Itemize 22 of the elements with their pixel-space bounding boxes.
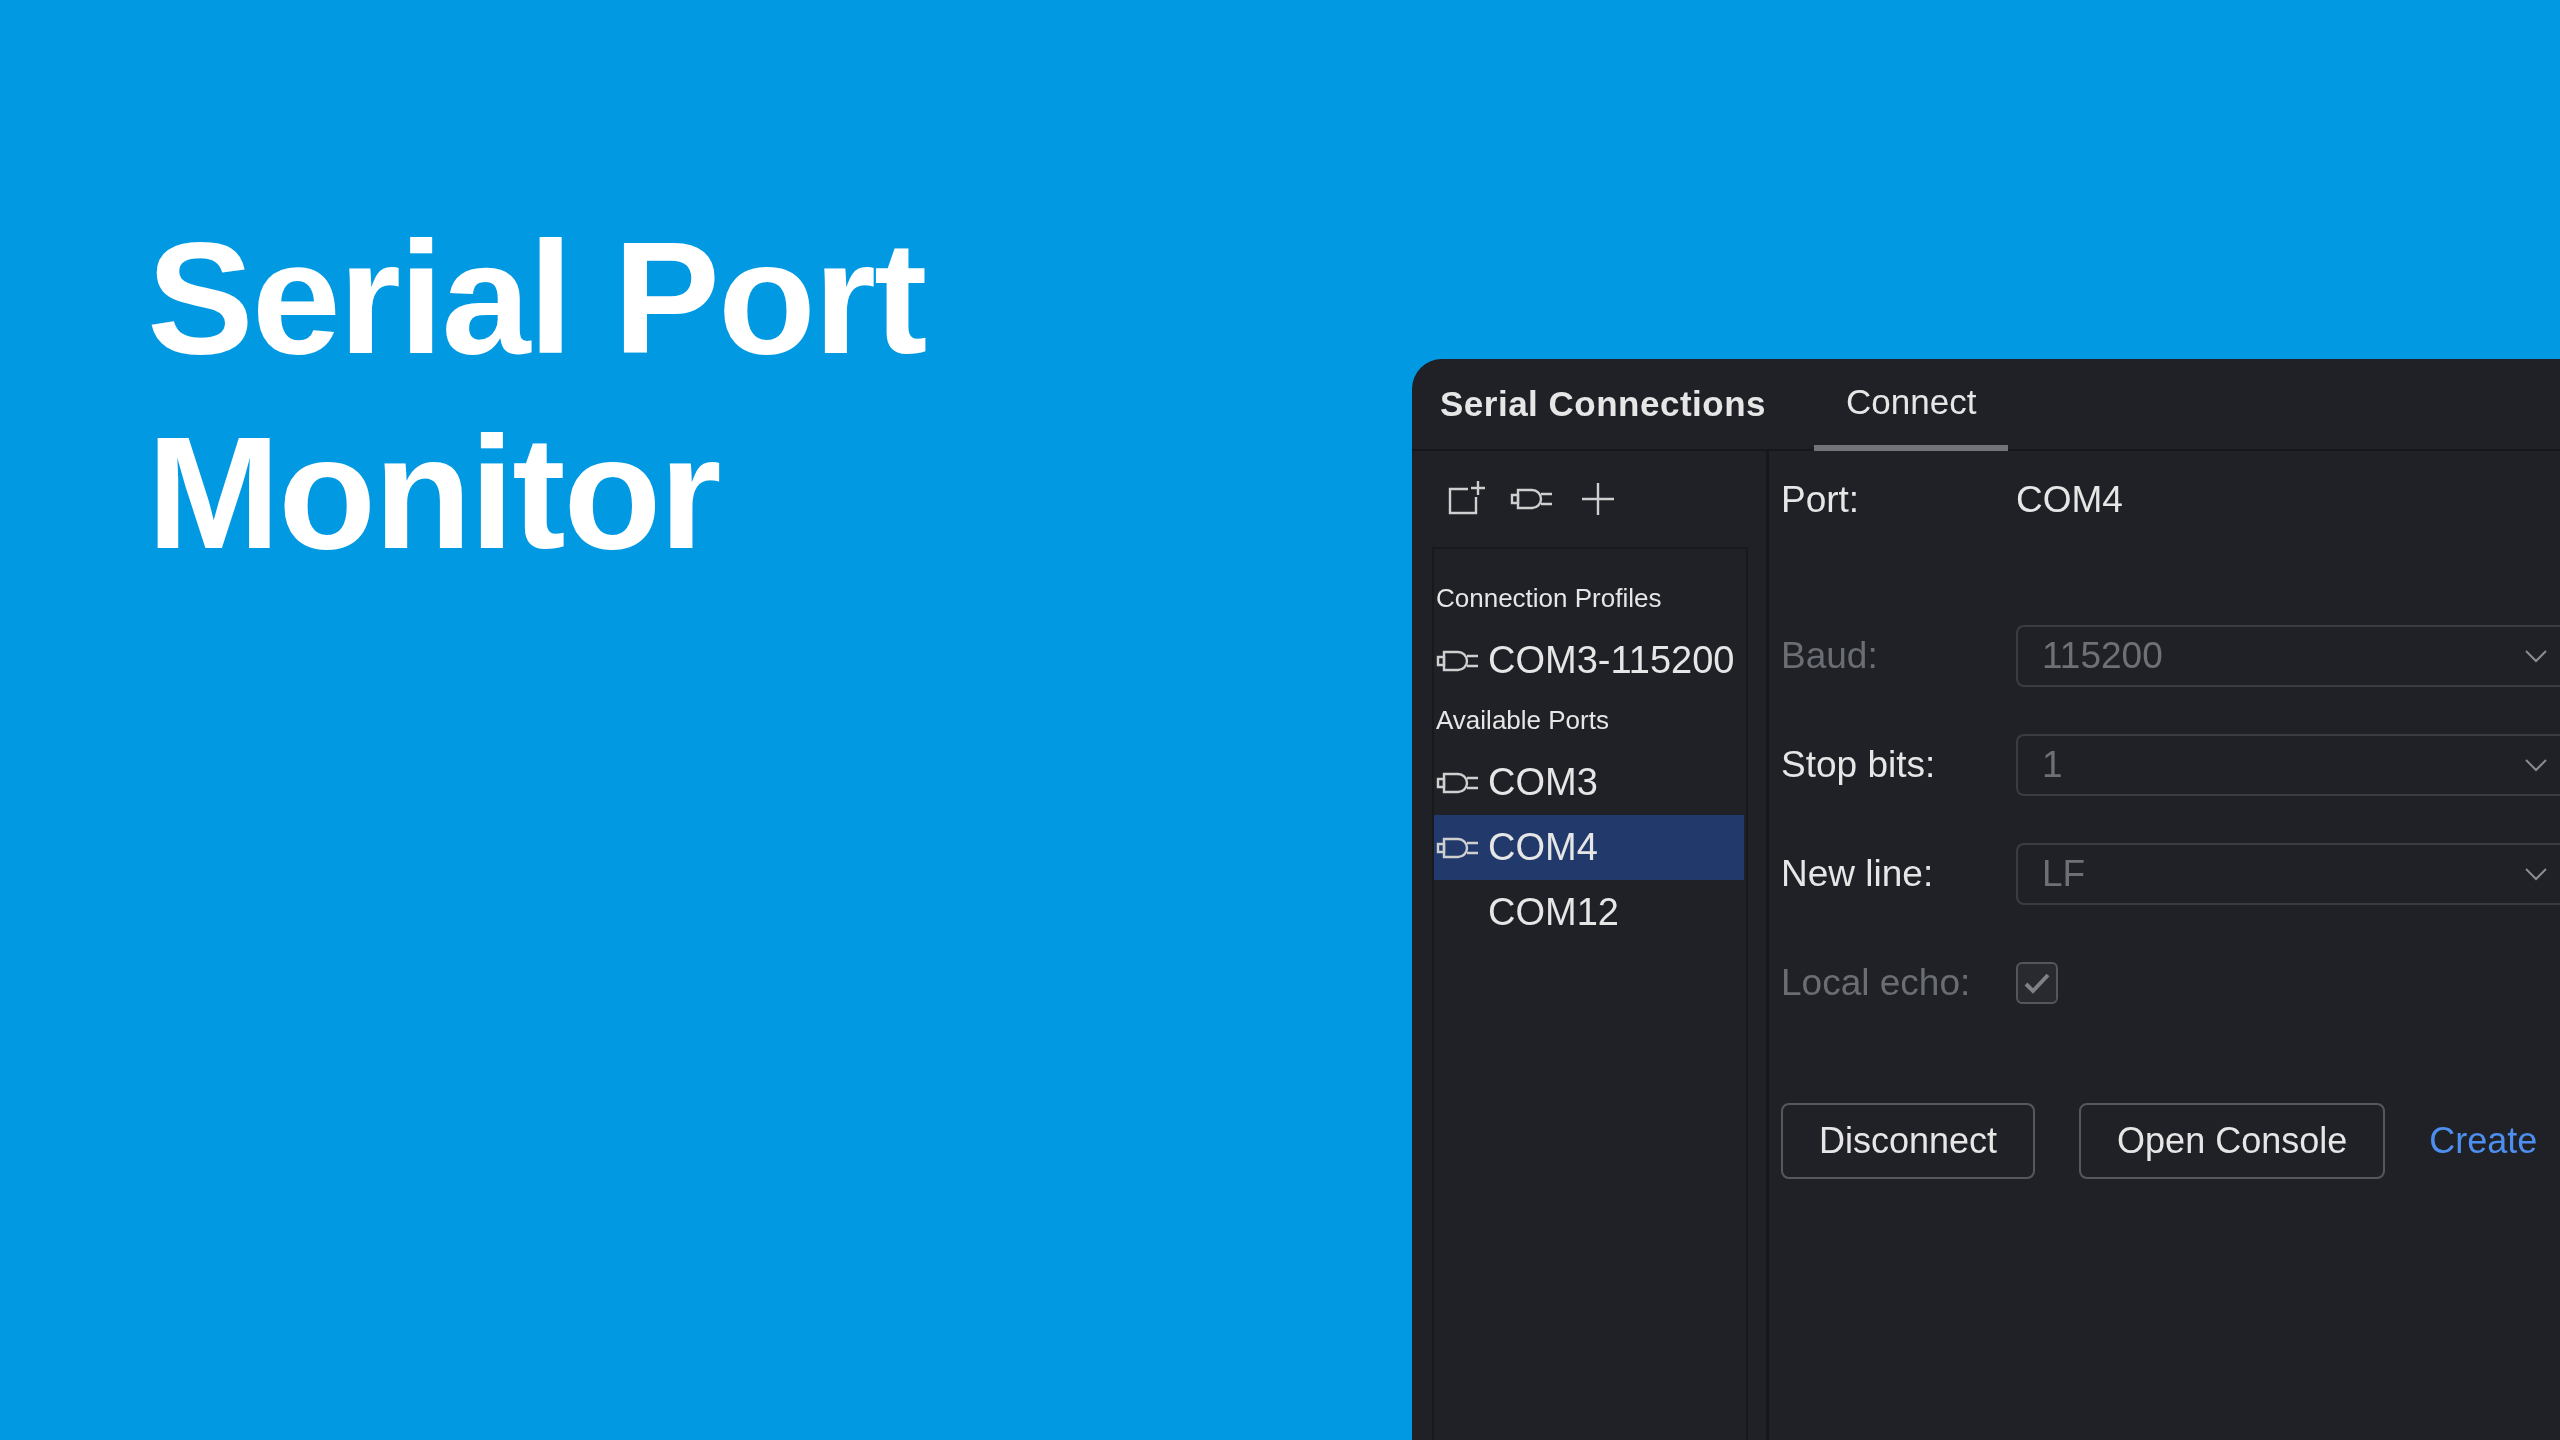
port-value: COM4 <box>2016 479 2123 521</box>
group-header: Connection Profiles <box>1435 582 1663 615</box>
field-label: Port: <box>1781 479 1861 521</box>
action-button[interactable]: Open Console <box>2079 1103 2386 1179</box>
field-label: Baud: <box>1781 635 1879 677</box>
group-header: Available Ports <box>1435 704 1610 737</box>
chevron-down-icon <box>2524 867 2548 881</box>
field-label: New line: <box>1781 853 1935 895</box>
chevron-down-icon <box>2524 758 2548 772</box>
create-link[interactable]: Create <box>2429 1120 2538 1162</box>
chevron-down-icon <box>2524 649 2548 663</box>
tab[interactable]: Connect <box>1814 359 2009 451</box>
window-title: Serial Connections <box>1440 384 1767 424</box>
action-button[interactable]: Disconnect <box>1781 1103 2036 1179</box>
port-item[interactable]: COM3-115200 <box>1434 628 1744 693</box>
port-item[interactable]: COM12 <box>1434 880 1744 945</box>
field-label: Stop bits: <box>1781 744 1937 786</box>
headline: Serial Port Monitor <box>147 207 927 584</box>
port-item[interactable]: COM4 <box>1434 815 1744 880</box>
checkmark-icon <box>2023 972 2051 994</box>
port-item[interactable]: COM3 <box>1434 750 1744 815</box>
field-label: Local echo: <box>1781 962 1972 1004</box>
